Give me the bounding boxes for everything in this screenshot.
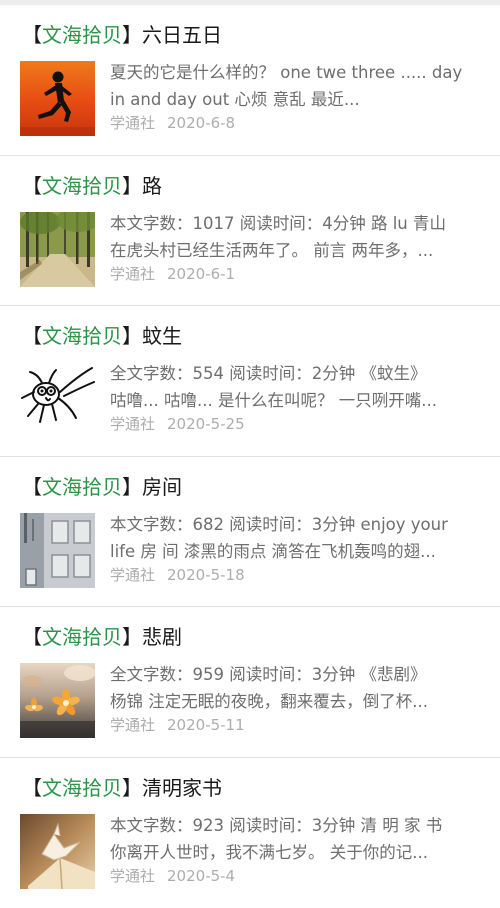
bracket-open: 【 (22, 625, 42, 649)
article-title[interactable]: 【文海拾贝】房间 (22, 473, 182, 501)
article-snippet: 本文字数：923 阅读时间：3分钟 清 明 家 书 你离开人世时，我不满七岁。 … (110, 812, 482, 866)
article-item[interactable]: 【文海拾贝】路 本文字数：1017 阅读时间：4分钟 路 lu 青山 在虎头村已… (0, 156, 500, 307)
snippet-line: 本文字数：923 阅读时间：3分钟 清 明 家 书 (110, 812, 482, 839)
snippet-line: 本文字数：1017 阅读时间：4分钟 路 lu 青山 (110, 210, 482, 237)
article-item[interactable]: 【文海拾贝】悲剧 (0, 607, 500, 758)
article-item[interactable]: 【文海拾贝】房间 本文字数：682 阅读时间：3分钟 enjoy your li… (0, 457, 500, 608)
snippet-line: 全文字数：554 阅读时间：2分钟 《蚊生》 (110, 360, 482, 387)
source-name: 学通社 (110, 867, 155, 885)
publish-date: 2020-5-11 (167, 716, 245, 734)
bracket-close: 】 (122, 23, 142, 47)
article-snippet: 本文字数：1017 阅读时间：4分钟 路 lu 青山 在虎头村已经生活两年了。 … (110, 210, 482, 264)
article-item[interactable]: 【文海拾贝】清明家书 本文字数：923 阅读时间：3分钟 清 明 家 书 (0, 758, 500, 908)
title-text: 蚊生 (142, 324, 182, 348)
article-meta: 学通社 2020-5-11 (110, 714, 245, 736)
article-title[interactable]: 【文海拾贝】悲剧 (22, 623, 182, 651)
column-tag: 文海拾贝 (42, 776, 122, 800)
title-text: 房间 (142, 475, 182, 499)
article-title[interactable]: 【文海拾贝】蚊生 (22, 322, 182, 350)
publish-date: 2020-5-25 (167, 415, 245, 433)
title-text: 六日五日 (142, 23, 222, 47)
bracket-close: 】 (122, 475, 142, 499)
mosquito-cartoon-icon[interactable] (20, 362, 95, 437)
source-name: 学通社 (110, 415, 155, 433)
column-tag: 文海拾贝 (42, 23, 122, 47)
fallen-flowers-icon[interactable] (20, 663, 95, 738)
article-list: 【文海拾贝】六日五日 (0, 5, 500, 908)
snippet-line: 你离开人世时，我不满七岁。 关于你的记... (110, 839, 482, 866)
title-text: 悲剧 (142, 625, 182, 649)
source-name: 学通社 (110, 716, 155, 734)
article-title[interactable]: 【文海拾贝】六日五日 (22, 21, 222, 49)
bracket-close: 】 (122, 324, 142, 348)
article-meta: 学通社 2020-5-18 (110, 564, 245, 586)
source-name: 学通社 (110, 114, 155, 132)
runner-silhouette-icon[interactable] (20, 61, 95, 136)
article-snippet: 本文字数：682 阅读时间：3分钟 enjoy your life 房 间 漆黑… (110, 511, 482, 565)
source-name: 学通社 (110, 265, 155, 283)
column-tag: 文海拾贝 (42, 324, 122, 348)
article-meta: 学通社 2020-5-4 (110, 865, 235, 887)
article-meta: 学通社 2020-5-25 (110, 413, 245, 435)
snippet-line: 在虎头村已经生活两年了。 前言 两年多，... (110, 237, 482, 264)
title-text: 路 (142, 174, 162, 198)
article-snippet: 全文字数：554 阅读时间：2分钟 《蚊生》 咕噜... 咕噜... 是什么在叫… (110, 360, 482, 414)
bracket-close: 】 (122, 625, 142, 649)
forest-road-icon[interactable] (20, 212, 95, 287)
title-text: 清明家书 (142, 776, 222, 800)
column-tag: 文海拾贝 (42, 174, 122, 198)
article-meta: 学通社 2020-6-1 (110, 263, 235, 285)
bracket-open: 【 (22, 475, 42, 499)
bracket-open: 【 (22, 776, 42, 800)
article-item[interactable]: 【文海拾贝】蚊生 (0, 306, 500, 457)
snippet-line: 全文字数：959 阅读时间：3分钟 《悲剧》 (110, 661, 482, 688)
paper-crane-book-icon[interactable] (20, 814, 95, 889)
article-meta: 学通社 2020-6-8 (110, 112, 235, 134)
bracket-open: 【 (22, 23, 42, 47)
publish-date: 2020-5-4 (167, 867, 235, 885)
publish-date: 2020-6-8 (167, 114, 235, 132)
snippet-line: 咕噜... 咕噜... 是什么在叫呢？ 一只咧开嘴... (110, 387, 482, 414)
article-item[interactable]: 【文海拾贝】六日五日 (0, 5, 500, 156)
building-window-icon[interactable] (20, 513, 95, 588)
bracket-open: 【 (22, 174, 42, 198)
article-title[interactable]: 【文海拾贝】路 (22, 172, 162, 200)
publish-date: 2020-5-18 (167, 566, 245, 584)
publish-date: 2020-6-1 (167, 265, 235, 283)
bracket-open: 【 (22, 324, 42, 348)
snippet-line: 夏天的它是什么样的？ one twe three ..... day (110, 59, 482, 86)
snippet-line: 杨锦 注定无眠的夜晚，翻来覆去，倒了杯... (110, 688, 482, 715)
source-name: 学通社 (110, 566, 155, 584)
article-snippet: 全文字数：959 阅读时间：3分钟 《悲剧》 杨锦 注定无眠的夜晚，翻来覆去，倒… (110, 661, 482, 715)
column-tag: 文海拾贝 (42, 625, 122, 649)
article-snippet: 夏天的它是什么样的？ one twe three ..... day in an… (110, 59, 482, 113)
article-title[interactable]: 【文海拾贝】清明家书 (22, 774, 222, 802)
bracket-close: 】 (122, 776, 142, 800)
bracket-close: 】 (122, 174, 142, 198)
snippet-line: life 房 间 漆黑的雨点 滴答在飞机轰鸣的翅... (110, 538, 482, 565)
column-tag: 文海拾贝 (42, 475, 122, 499)
snippet-line: in and day out 心烦 意乱 最近... (110, 86, 482, 113)
snippet-line: 本文字数：682 阅读时间：3分钟 enjoy your (110, 511, 482, 538)
